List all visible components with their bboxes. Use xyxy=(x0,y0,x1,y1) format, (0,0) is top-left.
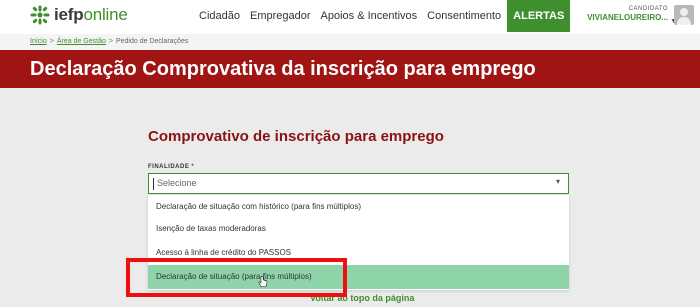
avatar[interactable] xyxy=(674,5,694,25)
select-placeholder: Selecione xyxy=(157,178,197,188)
logo-text: iefponline xyxy=(54,5,128,25)
highlight-box xyxy=(126,258,347,297)
finalidade-select[interactable]: Selecione ▾ xyxy=(148,173,569,194)
main-nav: Cidadão Empregador Apoios & Incentivos C… xyxy=(195,0,572,32)
iefp-logo[interactable]: iefponline xyxy=(30,5,128,25)
breadcrumb-separator: > xyxy=(49,38,54,45)
logo-icon xyxy=(30,5,50,25)
chevron-down-icon[interactable]: ▾ xyxy=(556,177,560,186)
nav-item-empregador[interactable]: Empregador xyxy=(246,0,315,32)
finalidade-label-text: FINALIDADE xyxy=(148,164,190,170)
breadcrumb-area[interactable]: Área de Gestão xyxy=(57,38,106,45)
logo-text-part2: online xyxy=(83,5,128,24)
breadcrumb: Início > Área de Gestão > Pedido de Declaraç… xyxy=(0,34,700,50)
dropdown-option[interactable]: Declaração de situação com histórico (pa… xyxy=(148,195,569,219)
breadcrumb-current: Pedido de Declarações xyxy=(115,38,189,45)
nav-item-cidadao[interactable]: Cidadão xyxy=(195,0,244,32)
form-title: Comprovativo de inscrição para emprego xyxy=(148,128,444,145)
user-role: CANDIDATO xyxy=(628,6,668,12)
user-name: VIVIANELOUREIRO... xyxy=(587,13,668,22)
logo-text-part1: iefp xyxy=(54,5,84,24)
text-caret xyxy=(153,178,154,190)
breadcrumb-separator: > xyxy=(108,38,113,45)
top-header: iefponline Cidadão Empregador Apoios & I… xyxy=(0,0,700,34)
finalidade-label: FINALIDADE * xyxy=(148,164,194,170)
nav-item-apoios[interactable]: Apoios & Incentivos xyxy=(317,0,422,32)
breadcrumb-home[interactable]: Início xyxy=(30,38,47,45)
nav-item-alertas[interactable]: ALERTAS xyxy=(507,0,571,32)
required-mark: * xyxy=(191,164,195,170)
avatar-head xyxy=(680,8,688,16)
dropdown-option[interactable]: Isenção de taxas moderadoras xyxy=(148,217,569,241)
nav-item-consentimento[interactable]: Consentimento xyxy=(423,0,505,32)
user-menu[interactable]: CANDIDATO VIVIANELOUREIRO... ▼ xyxy=(587,6,677,25)
page-title: Declaração Comprovativa da inscrição par… xyxy=(30,58,536,80)
page-title-band: Declaração Comprovativa da inscrição par… xyxy=(0,50,700,88)
avatar-body xyxy=(677,17,691,25)
